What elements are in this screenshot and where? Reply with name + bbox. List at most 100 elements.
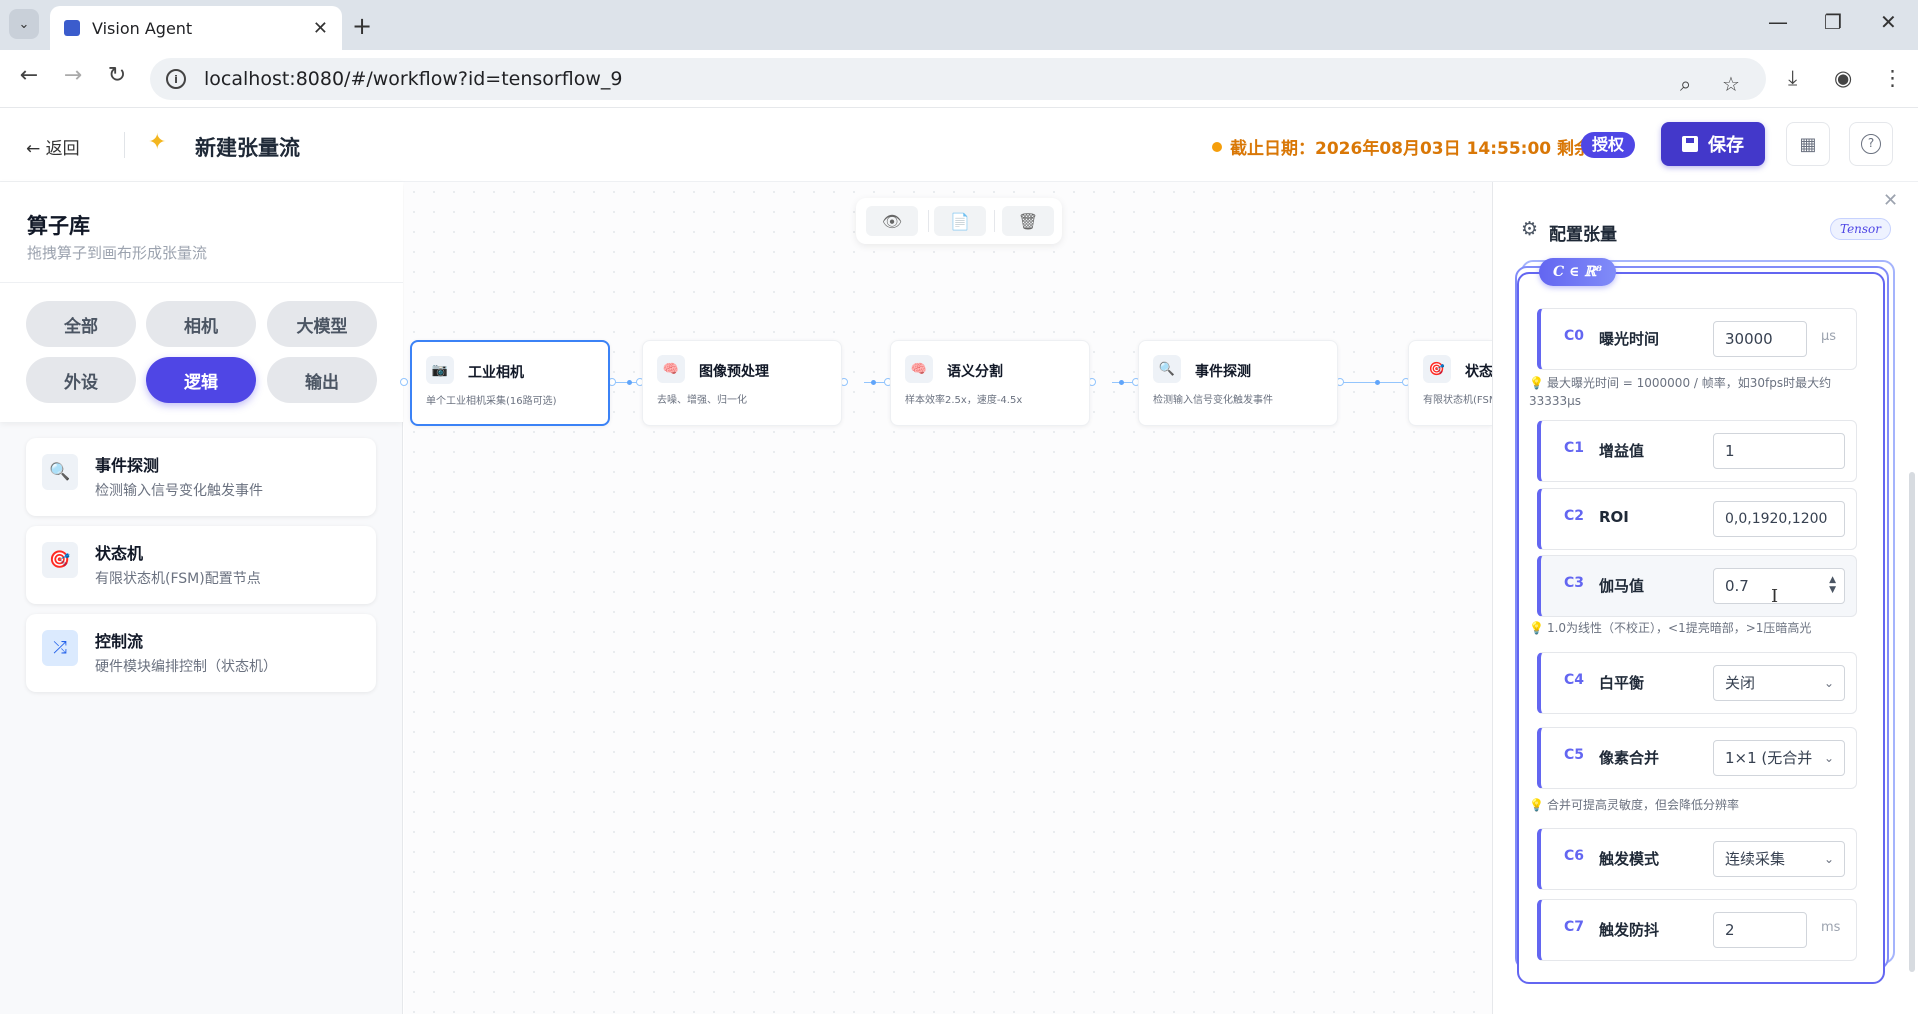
- white-balance-select[interactable]: 关闭 ⌄: [1713, 665, 1845, 701]
- roi-input[interactable]: 0,0,1920,1200: [1713, 501, 1845, 537]
- tab-title: Vision Agent: [92, 18, 193, 38]
- category-large-model[interactable]: 大模型: [267, 301, 377, 347]
- grid-icon: ▦: [1799, 133, 1817, 155]
- workflow-canvas[interactable]: 👁 📄 🗑 📷 工业相机 单个工业相机采集(16路可选) 🧠 图像预处理 去噪、…: [400, 182, 1493, 1014]
- param-row-c4: C4 白平衡 关闭 ⌄: [1537, 652, 1857, 714]
- param-row-c5: C5 像素合并 1×1 (无合并 ⌄: [1537, 727, 1857, 789]
- select-value: 关闭: [1725, 674, 1756, 692]
- shuffle-icon: ⤮: [42, 630, 78, 666]
- node-semantic-segmentation[interactable]: 🧠 语义分割 样本效率2.5x，速度-4.5x: [890, 340, 1090, 426]
- param-name: 触发模式: [1599, 850, 1660, 868]
- hint-c3: 1.0为线性（不校正），<1提亮暗部，>1压暗高光: [1546, 621, 1812, 635]
- site-info-icon[interactable]: i: [166, 69, 186, 89]
- panel-scrollbar[interactable]: [1909, 472, 1915, 972]
- hint-text: 💡 合并可提高灵敏度，但会降低分辨率: [1529, 796, 1875, 814]
- spinner-arrows-icon[interactable]: ▲ ▼: [1829, 575, 1836, 595]
- tensor-dimension-pill: C ∈ ℝ⁸: [1539, 258, 1617, 286]
- forward-arrow-icon[interactable]: →: [58, 63, 88, 88]
- node-title: 图像预处理: [699, 364, 769, 380]
- close-window-icon[interactable]: ✕: [1880, 10, 1897, 34]
- param-name: 伽马值: [1599, 577, 1645, 595]
- back-button[interactable]: ← 返回: [26, 134, 80, 159]
- layout-grid-button[interactable]: ▦: [1786, 122, 1830, 166]
- url-text[interactable]: localhost:8080/#/workflow?id=tensorflow_…: [204, 68, 622, 90]
- param-id: C7: [1564, 919, 1585, 935]
- zoom-icon[interactable]: ⌕: [1680, 72, 1691, 96]
- node-title: 事件探测: [1195, 364, 1251, 380]
- param-row-c1: C1 增益值 1: [1537, 420, 1857, 482]
- trigger-debounce-input[interactable]: 2: [1713, 912, 1807, 948]
- edge-midpoint: [627, 380, 632, 385]
- close-icon[interactable]: ✕: [1883, 190, 1898, 211]
- deadline-text: 截止日期：2026年08月03日 14:55:00 剩余1天: [1230, 139, 1620, 159]
- magnifier-icon: 🔍: [42, 454, 78, 490]
- bookmark-star-icon[interactable]: ☆: [1722, 72, 1740, 96]
- gear-icon: ⚙: [1521, 218, 1539, 240]
- profile-icon[interactable]: ◉: [1834, 66, 1852, 90]
- save-button[interactable]: 保存: [1661, 122, 1765, 166]
- param-row-c7: C7 触发防抖 2 ms: [1537, 899, 1857, 961]
- node-industrial-camera[interactable]: 📷 工业相机 单个工业相机采集(16路可选): [410, 340, 610, 426]
- category-all[interactable]: 全部: [26, 301, 136, 347]
- param-id: C1: [1564, 440, 1585, 456]
- hint-text: 💡 最大曝光时间 = 1000000 / 帧率，如30fps时最大约33333μs: [1529, 374, 1875, 410]
- divider: [0, 282, 403, 283]
- menu-kebab-icon[interactable]: ⋮: [1882, 66, 1903, 90]
- new-tab-button[interactable]: +: [352, 12, 372, 40]
- minimize-icon[interactable]: —: [1768, 10, 1788, 34]
- sparkle-icon: ✦: [148, 130, 167, 155]
- library-header: 算子库 拖拽算子到画布形成张量流 全部 相机 大模型 外设 逻辑 输出: [0, 182, 403, 422]
- address-bar[interactable]: i localhost:8080/#/workflow?id=tensorflo…: [150, 58, 1766, 100]
- category-logic[interactable]: 逻辑: [146, 357, 256, 403]
- edge-midpoint: [1375, 380, 1380, 385]
- reload-icon[interactable]: ↻: [102, 63, 132, 88]
- help-button[interactable]: ?: [1849, 122, 1893, 166]
- delete-button[interactable]: 🗑: [1002, 206, 1054, 236]
- save-label: 保存: [1708, 135, 1744, 156]
- floppy-disk-icon: [1682, 136, 1698, 152]
- category-peripheral[interactable]: 外设: [26, 357, 136, 403]
- operator-card-state-machine[interactable]: 🎯 状态机 有限状态机(FSM)配置节点: [26, 526, 376, 604]
- category-camera[interactable]: 相机: [146, 301, 256, 347]
- param-row-c2: C2 ROI 0,0,1920,1200: [1537, 488, 1857, 550]
- copy-button[interactable]: 📄: [934, 206, 986, 236]
- input-port[interactable]: [400, 378, 408, 386]
- tab-search-button[interactable]: ⌄: [9, 9, 39, 39]
- exposure-time-input[interactable]: 30000: [1713, 321, 1807, 357]
- operator-card-event-detect[interactable]: 🔍 事件探测 检测输入信号变化触发事件: [26, 438, 376, 516]
- deadline-notice: 截止日期：2026年08月03日 14:55:00 剩余1天: [1212, 134, 1620, 159]
- param-name: 白平衡: [1599, 674, 1645, 692]
- gamma-number-input[interactable]: 0.7 ▲ ▼: [1713, 568, 1845, 604]
- operator-name: 状态机: [95, 544, 144, 563]
- restore-icon[interactable]: ❐: [1824, 10, 1842, 34]
- category-output[interactable]: 输出: [267, 357, 377, 403]
- download-icon[interactable]: ⤓: [1788, 66, 1797, 91]
- status-dot-icon: [1212, 141, 1222, 152]
- select-value: 1×1 (无合并: [1725, 749, 1813, 767]
- node-state-machine[interactable]: 🎯 状态机 有限状态机(FSM): [1408, 340, 1493, 426]
- operator-card-control-flow[interactable]: ⤮ 控制流 硬件模块编排控制（状态机）: [26, 614, 376, 692]
- chevron-down-icon: ⌄: [1823, 676, 1834, 690]
- preview-button[interactable]: 👁: [866, 206, 918, 236]
- param-row-c3: C3 伽马值 0.7 ▲ ▼: [1537, 555, 1857, 617]
- chevron-down-icon: ⌄: [1821, 741, 1834, 775]
- browser-tab[interactable]: Vision Agent ✕: [50, 6, 342, 50]
- tensor-badge: Tensor: [1830, 218, 1892, 240]
- node-event-detect[interactable]: 🔍 事件探测 检测输入信号变化触发事件: [1138, 340, 1338, 426]
- trigger-mode-select[interactable]: 连续采集 ⌄: [1713, 841, 1845, 877]
- binning-select[interactable]: 1×1 (无合并 ⌄: [1713, 740, 1845, 776]
- node-desc: 检测输入信号变化触发事件: [1153, 395, 1273, 406]
- library-subtitle: 拖拽算子到画布形成张量流: [27, 244, 208, 262]
- param-name: ROI: [1599, 508, 1629, 526]
- node-image-preprocess[interactable]: 🧠 图像预处理 去噪、增强、归一化: [642, 340, 842, 426]
- auth-badge[interactable]: 授权: [1581, 132, 1636, 158]
- gain-input[interactable]: 1: [1713, 433, 1845, 469]
- eye-icon: 👁: [881, 211, 903, 231]
- close-icon[interactable]: ✕: [313, 18, 328, 39]
- param-row-c0: C0 曝光时间 30000 μs: [1537, 308, 1857, 370]
- operator-library-sidebar: 算子库 拖拽算子到画布形成张量流 全部 相机 大模型 外设 逻辑 输出 🔍 事件…: [0, 182, 403, 1014]
- magnifier-icon: 🔍: [1153, 355, 1181, 383]
- text-cursor-icon: I: [1771, 586, 1779, 607]
- trash-icon: 🗑: [1017, 211, 1039, 231]
- back-arrow-icon[interactable]: ←: [14, 63, 44, 88]
